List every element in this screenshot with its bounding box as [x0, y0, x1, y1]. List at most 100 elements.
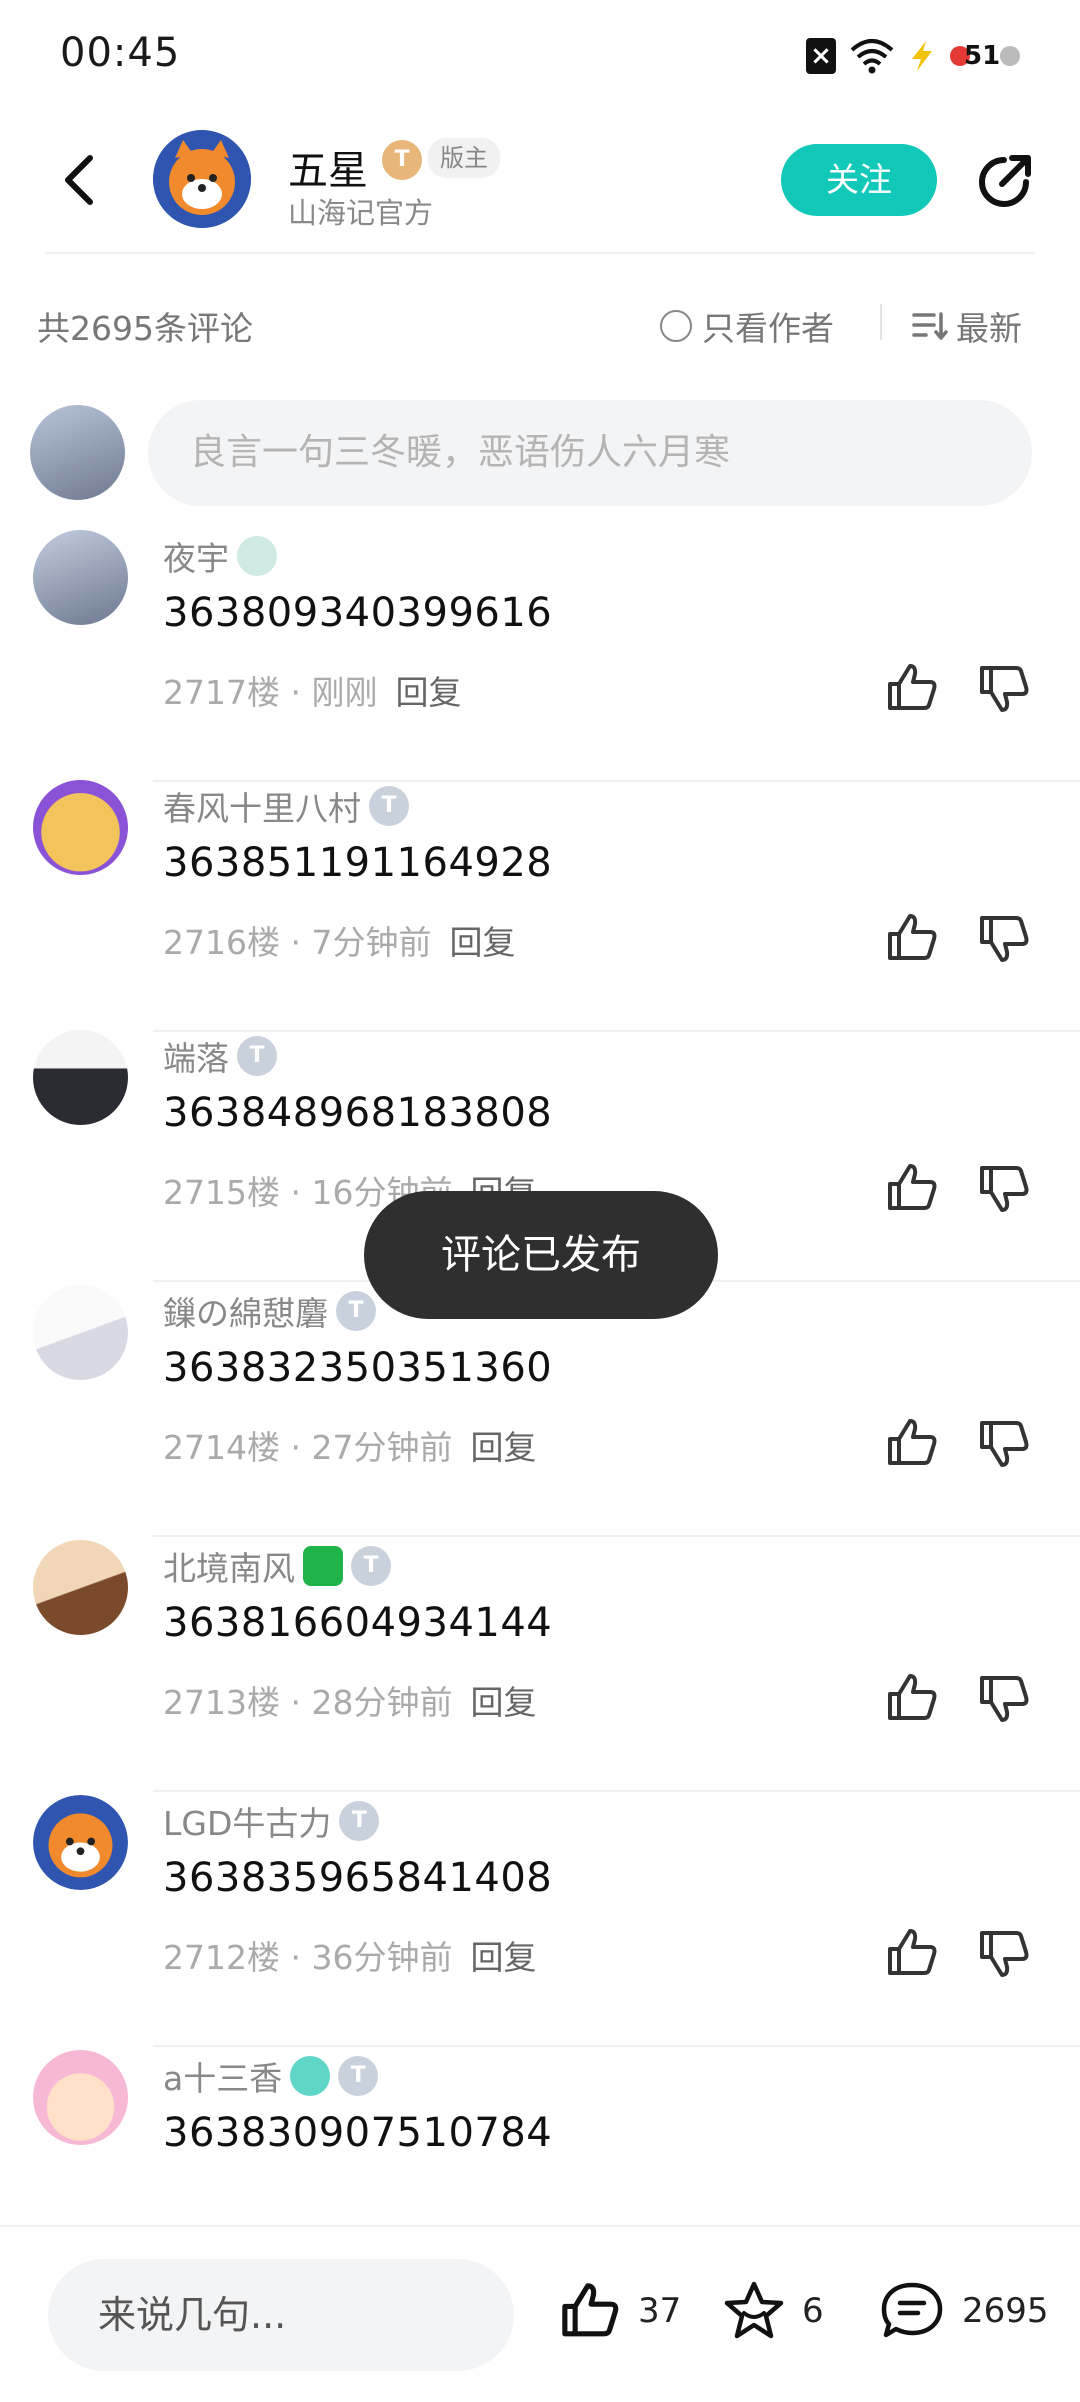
commenter-name[interactable]: 鏁の綿憇麏 T — [163, 1287, 376, 1335]
reply-button[interactable]: 回复 — [470, 1938, 536, 1977]
bottom-comment-input[interactable]: 来说几句... — [48, 2259, 514, 2371]
battery-icon: 51 — [950, 41, 1020, 71]
level-badge-icon: T — [339, 1801, 380, 1841]
thumbs-up-icon[interactable] — [884, 1415, 940, 1471]
commenter-name[interactable]: LGD牛古力 T — [163, 1797, 380, 1845]
charging-icon — [912, 41, 932, 71]
author-subtitle: 山海记官方 — [288, 196, 434, 230]
avatar[interactable] — [33, 780, 128, 875]
star-icon — [724, 2281, 784, 2339]
author-avatar[interactable] — [153, 130, 251, 228]
status-time: 00:45 — [60, 30, 181, 76]
commenter-name[interactable]: 春风十里八村 T — [163, 782, 409, 830]
comment-item: a十三香 T 363830907510784 — [0, 2050, 1080, 2220]
level-badge-icon: T — [336, 1291, 376, 1331]
comment-total: 2695 — [962, 2291, 1049, 2331]
comment-text: 363848968183808 — [163, 1090, 553, 1136]
thumbs-down-icon[interactable] — [976, 910, 1032, 966]
avatar[interactable] — [33, 530, 128, 625]
comment-meta: 2717楼 · 刚刚 回复 — [163, 673, 462, 712]
status-icons: × 51 — [806, 36, 1020, 76]
comment-item: 北境南风 T 363816604934144 2713楼 · 28分钟前 回复 — [0, 1540, 1080, 1796]
commenter-name[interactable]: 端落 T — [163, 1032, 277, 1080]
pet-badge-icon — [237, 536, 277, 576]
pet-badge-icon — [290, 2056, 331, 2096]
favorite-button[interactable]: 6 — [722, 2279, 824, 2343]
comment-text: 363851191164928 — [163, 840, 553, 886]
sort-icon — [912, 312, 948, 340]
avatar[interactable] — [33, 1285, 128, 1380]
level-badge-icon: T — [351, 1546, 391, 1586]
comment-text: 363816604934144 — [163, 1600, 553, 1646]
favorite-count: 6 — [802, 2291, 824, 2331]
reply-button[interactable]: 回复 — [470, 1428, 536, 1467]
comment-meta: 2712楼 · 36分钟前 回复 — [163, 1938, 537, 1977]
share-icon[interactable] — [972, 150, 1036, 214]
follow-button[interactable]: 关注 — [781, 144, 937, 216]
post-header: 五星 T 版主 山海记官方 关注 — [0, 120, 1080, 250]
level-badge-icon: T — [237, 1036, 277, 1076]
radio-icon — [660, 310, 692, 342]
level-badge: T — [382, 140, 422, 180]
reply-button[interactable]: 回复 — [470, 1683, 536, 1722]
avatar[interactable] — [33, 1795, 128, 1890]
comment-input[interactable]: 良言一句三冬暖，恶语伤人六月寒 — [148, 400, 1032, 506]
no-sim-icon: × — [806, 38, 836, 74]
comment-divider — [153, 1535, 1080, 1537]
thumbs-up-icon[interactable] — [884, 910, 940, 966]
commenter-name[interactable]: a十三香 T — [163, 2052, 379, 2100]
game-badge-icon — [303, 1546, 343, 1586]
comment-divider — [153, 2045, 1080, 2047]
sort-button[interactable]: 最新 — [912, 302, 1022, 350]
comment-text: 363830907510784 — [163, 2110, 553, 2156]
toast-message: 评论已发布 — [364, 1191, 718, 1319]
comment-divider — [153, 1790, 1080, 1792]
thumbs-down-icon[interactable] — [976, 1925, 1032, 1981]
avatar[interactable] — [33, 1540, 128, 1635]
like-post-button[interactable]: 37 — [558, 2279, 681, 2343]
thumbs-up-icon[interactable] — [884, 1670, 940, 1726]
sort-label: 最新 — [956, 309, 1022, 348]
comment-item: 夜宇 363809340399616 2717楼 · 刚刚 回复 — [0, 530, 1080, 786]
comment-meta: 2713楼 · 28分钟前 回复 — [163, 1683, 537, 1722]
only-author-toggle[interactable]: 只看作者 — [660, 302, 834, 350]
avatar[interactable] — [33, 1030, 128, 1125]
thumbs-up-icon — [562, 2283, 619, 2337]
thumbs-up-icon[interactable] — [884, 1925, 940, 1981]
filter-divider — [880, 304, 882, 340]
commenter-name[interactable]: 夜宇 — [163, 532, 277, 580]
filter-row: 共2695条评论 只看作者 最新 — [0, 294, 1080, 354]
level-badge-icon: T — [338, 2056, 379, 2096]
comment-text: 363809340399616 — [163, 590, 553, 636]
thumbs-up-icon[interactable] — [884, 660, 940, 716]
thumbs-down-icon[interactable] — [976, 1415, 1032, 1471]
comment-meta: 2716楼 · 7分钟前 回复 — [163, 923, 516, 962]
my-avatar — [30, 405, 125, 500]
author-name[interactable]: 五星 — [288, 138, 368, 196]
only-author-label: 只看作者 — [702, 309, 834, 348]
comment-item: LGD牛古力 T 363835965841408 2712楼 · 36分钟前 回复 — [0, 1795, 1080, 2051]
wifi-icon — [850, 39, 894, 74]
header-divider — [45, 252, 1035, 254]
level-badge-icon: T — [369, 786, 409, 826]
back-icon[interactable] — [52, 150, 112, 210]
comment-text: 363832350351360 — [163, 1345, 553, 1391]
thumbs-down-icon[interactable] — [976, 660, 1032, 716]
comment-item: 春风十里八村 T 363851191164928 2716楼 · 7分钟前 回复 — [0, 780, 1080, 1036]
comment-icon — [881, 2282, 943, 2338]
thumbs-down-icon[interactable] — [976, 1670, 1032, 1726]
bottom-action-bar: 来说几句... 37 6 2695 — [0, 2225, 1080, 2402]
comment-item: 鏁の綿憇麏 T 363832350351360 2714楼 · 27分钟前 回复 — [0, 1285, 1080, 1541]
avatar[interactable] — [33, 2050, 128, 2145]
status-bar: 00:45 × 51 — [0, 0, 1080, 110]
like-count: 37 — [638, 2291, 682, 2331]
reply-button[interactable]: 回复 — [449, 923, 515, 962]
thumbs-down-icon[interactable] — [976, 1160, 1032, 1216]
comments-button[interactable]: 2695 — [878, 2279, 1049, 2343]
comment-meta: 2714楼 · 27分钟前 回复 — [163, 1428, 537, 1467]
thumbs-up-icon[interactable] — [884, 1160, 940, 1216]
moderator-tag: 版主 — [428, 138, 500, 178]
reply-button[interactable]: 回复 — [395, 673, 461, 712]
comment-text: 363835965841408 — [163, 1855, 553, 1901]
commenter-name[interactable]: 北境南风 T — [163, 1542, 391, 1590]
